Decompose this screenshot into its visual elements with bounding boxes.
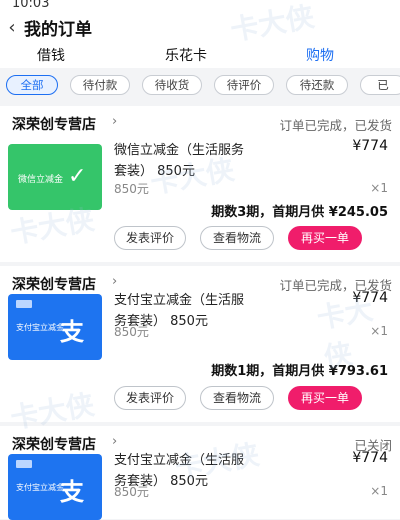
track-shipping-button[interactable]: 查看物流 xyxy=(200,386,274,410)
chip-pending-payment[interactable]: 待付款 xyxy=(70,75,130,95)
store-name: 深荣创专营店 xyxy=(12,117,96,133)
store-row[interactable]: 深荣创专营店 › 订单已完成，已发货 xyxy=(12,112,392,134)
tab-bar: 借钱 乐花卡 购物 xyxy=(0,45,400,65)
chevron-left-icon[interactable]: ‹ xyxy=(0,17,24,38)
thumb-label: 微信立减金 xyxy=(18,175,64,185)
order-card[interactable]: 深荣创专营店 › 订单已完成，已发货 微信立减金 ✓ 微信立减金（生活服务 套装… xyxy=(0,106,400,262)
product-price: ¥774 xyxy=(352,290,388,306)
alipay-zhi-icon: 支 xyxy=(60,478,84,506)
installment-summary: 期数1期，首期月供 ¥793.61 xyxy=(211,364,388,379)
store-name: 深荣创专营店 xyxy=(12,437,96,453)
order-card[interactable]: 深荣创专营店 › 订单已完成，已发货 支付宝立减金 支 支付宝立减金（生活服 务… xyxy=(0,266,400,422)
header: 10:03 ‹ 我的订单 借钱 乐花卡 购物 xyxy=(0,0,400,68)
thumb-label: 支付宝立减金 xyxy=(16,323,64,332)
alipay-logo-icon xyxy=(16,460,32,468)
track-shipping-button[interactable]: 查看物流 xyxy=(200,226,274,250)
buy-again-button[interactable]: 再买一单 xyxy=(288,226,362,250)
store-name: 深荣创专营店 xyxy=(12,277,96,293)
title-row: ‹ 我的订单 xyxy=(0,16,92,40)
chip-pending-repayment[interactable]: 待还款 xyxy=(286,75,348,95)
chip-all[interactable]: 全部 xyxy=(6,75,58,95)
chip-pending-review[interactable]: 待评价 xyxy=(214,75,274,95)
product-quantity: ×1 xyxy=(370,324,388,338)
tab-borrow[interactable]: 借钱 xyxy=(37,45,65,65)
product-thumbnail[interactable]: 支付宝立减金 支 xyxy=(8,454,102,520)
installment-summary: 期数3期，首期月供 ¥245.05 xyxy=(211,205,388,220)
product-face-value: 850元 xyxy=(114,182,149,196)
tab-lehua-card[interactable]: 乐花卡 xyxy=(165,45,207,65)
product-face-value: 850元 xyxy=(114,325,149,339)
filter-chips: 全部 待付款 待收货 待评价 待还款 已 xyxy=(0,75,400,97)
product-thumbnail[interactable]: 微信立减金 ✓ xyxy=(8,144,102,210)
chip-more[interactable]: 已 xyxy=(360,75,400,95)
order-status: 订单已完成，已发货 xyxy=(279,118,392,133)
thumb-label: 支付宝立减金 xyxy=(16,483,64,492)
product-name[interactable]: 微信立减金（生活服务 套装） 850元 xyxy=(114,140,314,182)
chevron-right-icon: › xyxy=(112,274,118,289)
tab-shopping[interactable]: 购物 xyxy=(306,45,334,65)
order-card[interactable]: 深荣创专营店 › 已关闭 支付宝立减金 支 支付宝立减金（生活服 务套装） 85… xyxy=(0,426,400,520)
product-thumbnail[interactable]: 支付宝立减金 支 xyxy=(8,294,102,360)
product-price: ¥774 xyxy=(352,450,388,466)
product-price: ¥774 xyxy=(352,138,388,154)
page-title: 我的订单 xyxy=(24,19,92,40)
product-face-value: 850元 xyxy=(114,485,149,499)
review-button[interactable]: 发表评价 xyxy=(114,386,186,410)
product-quantity: ×1 xyxy=(370,484,388,498)
alipay-logo-icon xyxy=(16,300,32,308)
review-button[interactable]: 发表评价 xyxy=(114,226,186,250)
chevron-right-icon: › xyxy=(112,434,118,449)
chip-pending-receipt[interactable]: 待收货 xyxy=(142,75,202,95)
buy-again-button[interactable]: 再买一单 xyxy=(288,386,362,410)
check-icon: ✓ xyxy=(68,164,87,189)
alipay-zhi-icon: 支 xyxy=(60,318,84,346)
product-quantity: ×1 xyxy=(370,181,388,195)
chevron-right-icon: › xyxy=(112,114,118,129)
status-time: 10:03 xyxy=(12,0,50,11)
